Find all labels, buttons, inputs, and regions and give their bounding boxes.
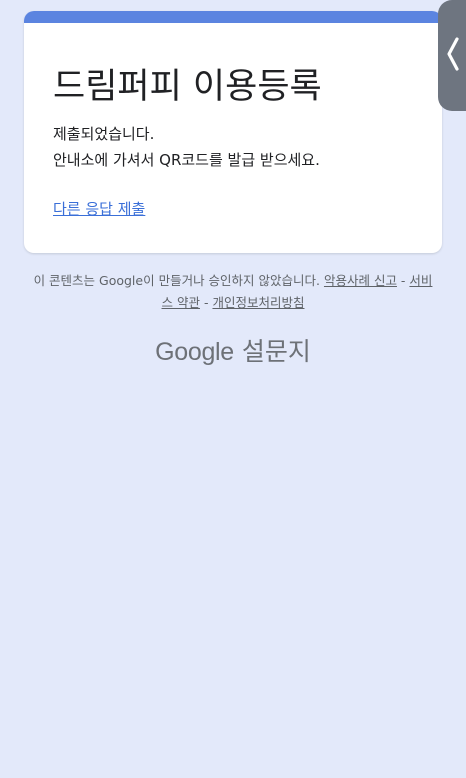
disclaimer-text: 이 콘텐츠는 Google이 만들거나 승인하지 않았습니다. [33, 273, 320, 288]
submit-another-response-link[interactable]: 다른 응답 제출 [53, 198, 145, 220]
footer-disclaimer: 이 콘텐츠는 Google이 만들거나 승인하지 않았습니다. 악용사례 신고 … [32, 270, 434, 314]
confirmation-line-1: 제출되었습니다. [53, 125, 155, 143]
privacy-policy-link[interactable]: 개인정보처리방침 [212, 295, 304, 310]
card-accent-bar [24, 11, 442, 23]
confirmation-message: 제출되었습니다. 안내소에 가셔서 QR코드를 발급 받으세요. [53, 121, 320, 173]
chevron-left-icon [447, 37, 459, 71]
footer-separator: - [200, 295, 213, 310]
form-title: 드림퍼피 이용등록 [53, 67, 322, 107]
google-forms-logo[interactable]: Google 설문지 [0, 334, 466, 370]
confirmation-card: 드림퍼피 이용등록 제출되었습니다. 안내소에 가셔서 QR코드를 발급 받으세… [24, 11, 442, 253]
forms-product-name: 설문지 [241, 337, 311, 366]
footer-separator: - [396, 273, 410, 288]
report-abuse-link[interactable]: 악용사례 신고 [324, 273, 397, 288]
confirmation-line-2: 안내소에 가셔서 QR코드를 발급 받으세요. [53, 151, 320, 169]
google-wordmark: Google [155, 338, 234, 366]
edge-panel-handle[interactable] [438, 0, 466, 111]
